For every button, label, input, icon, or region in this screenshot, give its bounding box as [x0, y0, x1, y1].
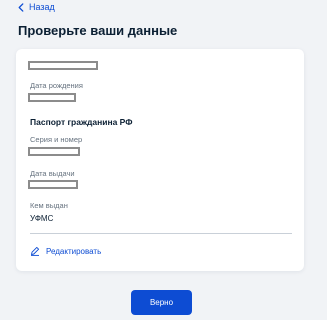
back-label: Назад: [29, 2, 55, 12]
page-root: Назад Проверьте ваши данные Дата рождени…: [0, 0, 327, 320]
birth-date-label: Дата рождения: [30, 81, 83, 90]
edit-link[interactable]: Редактировать: [30, 246, 101, 256]
passport-section-title: Паспорт гражданина РФ: [30, 117, 133, 127]
data-card: Дата рождения Паспорт гражданина РФ Сери…: [16, 49, 304, 271]
redacted-series-number: [28, 147, 80, 156]
redacted-issue-date: [28, 180, 78, 189]
redacted-full-name: [28, 61, 98, 70]
issue-date-label: Дата выдачи: [30, 169, 75, 178]
back-link[interactable]: Назад: [18, 2, 55, 12]
issued-by-value: УФМС: [30, 214, 54, 223]
divider: [30, 233, 292, 234]
issued-by-label: Кем выдан: [30, 201, 68, 210]
page-title: Проверьте ваши данные: [18, 23, 178, 38]
pencil-icon: [30, 246, 40, 256]
confirm-button[interactable]: Верно: [131, 290, 192, 315]
chevron-left-icon: [18, 2, 24, 12]
series-number-label: Серия и номер: [30, 135, 83, 144]
edit-label: Редактировать: [46, 246, 102, 256]
redacted-birth-date: [28, 93, 76, 102]
